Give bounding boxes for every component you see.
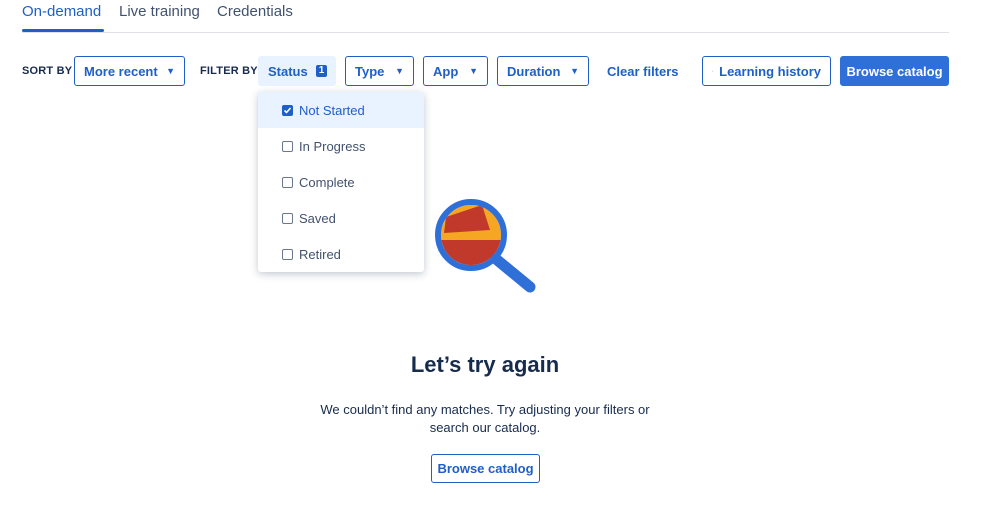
chevron-down-icon: ▼ [166, 66, 175, 76]
chevron-down-icon: ▼ [570, 66, 579, 76]
type-filter-button[interactable]: Type ▼ [345, 56, 414, 86]
status-filter-button[interactable]: Status 1 [258, 56, 336, 86]
checkbox-checked-icon[interactable] [282, 104, 293, 116]
sort-select-button[interactable]: More recent ▼ [74, 56, 185, 86]
checkbox-icon[interactable] [282, 248, 293, 260]
browse-catalog-button[interactable]: Browse catalog [840, 56, 949, 86]
magnifying-glass-icon [435, 199, 536, 293]
learning-history-label: Learning history [719, 63, 821, 79]
status-filter-label: Status [268, 63, 308, 79]
clear-filters-button[interactable]: Clear filters [598, 56, 684, 86]
status-option-label: Saved [299, 210, 336, 226]
status-option-label: In Progress [299, 138, 366, 154]
download-icon [712, 70, 714, 72]
app-filter-label: App [433, 63, 459, 79]
tab-credentials[interactable]: Credentials [217, 3, 293, 20]
status-count-badge: 1 [315, 65, 328, 77]
filter-by-label: FILTER BY [200, 65, 258, 77]
empty-state-message-line2: search our catalog. [429, 420, 541, 435]
empty-state-title: Let’s try again [410, 352, 560, 377]
empty-state-message: We couldn’t find any matches. Try adjust… [0, 401, 970, 437]
status-dropdown-menu: Not Started In Progress Complete Saved R… [258, 92, 424, 272]
tab-active-indicator [22, 29, 104, 32]
learning-history-button[interactable]: Learning history [702, 56, 831, 86]
status-option-saved[interactable]: Saved [258, 200, 424, 236]
duration-filter-label: Duration [507, 63, 561, 79]
status-option-label: Complete [299, 174, 355, 190]
checkbox-icon[interactable] [282, 176, 293, 188]
sort-select-value: More recent [84, 63, 158, 79]
status-option-in-progress[interactable]: In Progress [258, 128, 424, 164]
chevron-down-icon: ▼ [469, 66, 478, 76]
chevron-down-icon: ▼ [395, 66, 404, 76]
checkbox-icon[interactable] [282, 212, 293, 224]
empty-state-message-line1: We couldn’t find any matches. Try adjust… [320, 402, 650, 417]
status-option-label: Not Started [299, 102, 365, 118]
app-filter-button[interactable]: App ▼ [423, 56, 488, 86]
type-filter-label: Type [355, 63, 385, 79]
duration-filter-button[interactable]: Duration ▼ [497, 56, 589, 86]
tab-live-training[interactable]: Live training [119, 3, 200, 20]
tab-on-demand[interactable]: On-demand [22, 3, 101, 20]
sort-by-label: SORT BY [22, 65, 73, 77]
empty-state-browse-catalog-button[interactable]: Browse catalog [431, 454, 540, 483]
status-option-not-started[interactable]: Not Started [258, 92, 424, 128]
status-option-retired[interactable]: Retired [258, 236, 424, 272]
status-option-label: Retired [299, 246, 341, 262]
tab-bar: On-demand Live training Credentials [22, 0, 949, 33]
checkbox-icon[interactable] [282, 140, 293, 152]
status-option-complete[interactable]: Complete [258, 164, 424, 200]
